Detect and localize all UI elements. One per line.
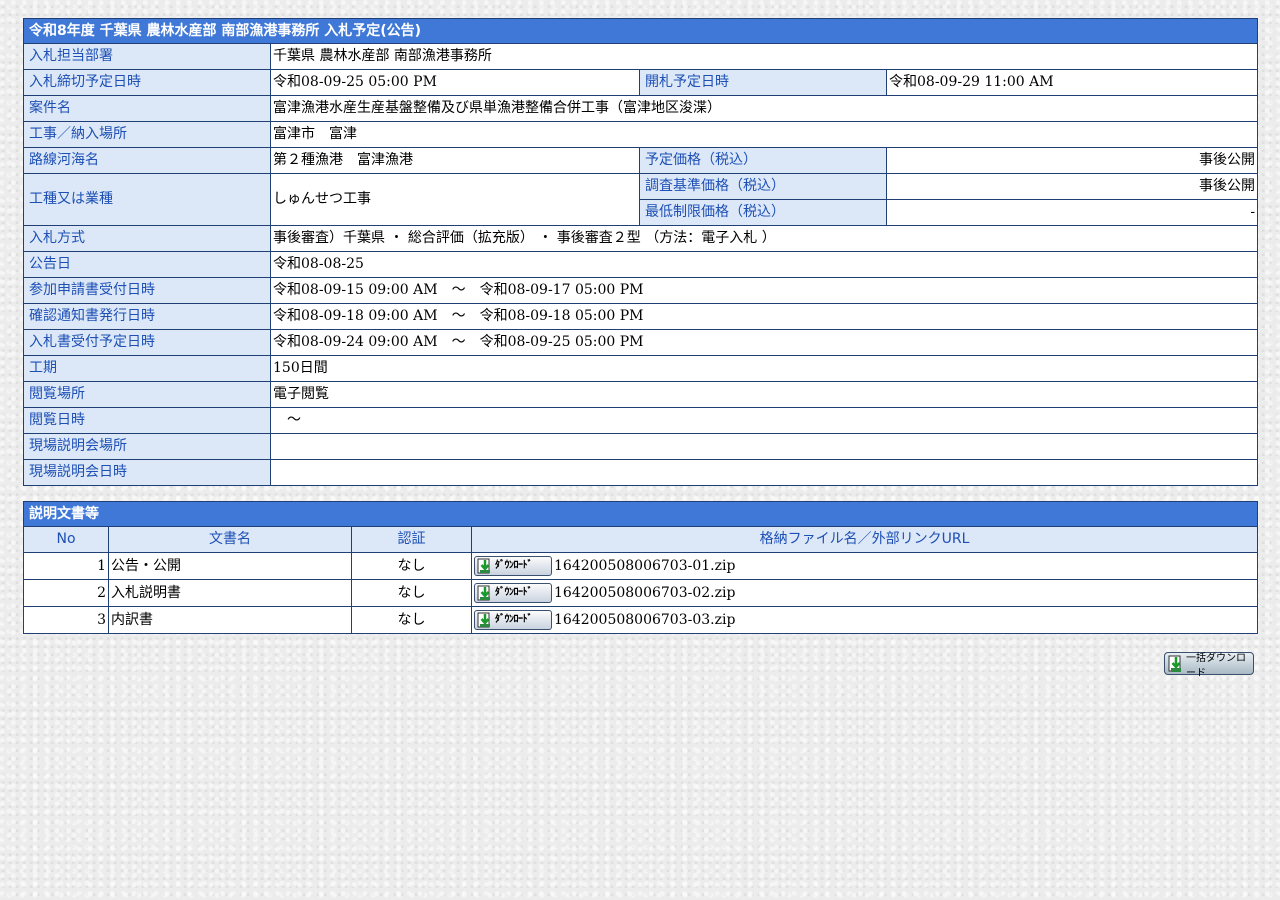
deadline-label: 入札締切予定日時 xyxy=(23,69,271,96)
bid-accept-label: 入札書受付予定日時 xyxy=(23,329,271,356)
doc-file-cell: ﾀﾞｳﾝﾛｰﾄﾞ 164200508006703-03.zip xyxy=(471,606,1258,634)
doc-file-cell: ﾀﾞｳﾝﾛｰﾄﾞ 164200508006703-02.zip xyxy=(471,579,1258,607)
method-value: 事後審査）千葉県 ・ 総合評価（拡充版） ・ 事後審査２型 （方法：電子入札 ） xyxy=(269,225,1259,252)
download-icon xyxy=(477,585,490,601)
doc-no: 2 xyxy=(23,579,109,607)
dept-value: 千葉県 農林水産部 南部漁港事務所 xyxy=(269,43,1259,70)
type-value: しゅんせつ工事 xyxy=(270,173,640,226)
min-price-label: 最低制限価格（税込） xyxy=(639,199,887,226)
place-label: 工事／納入場所 xyxy=(23,121,271,148)
planned-price-value: 事後公開 xyxy=(885,147,1259,174)
place-value: 富津市 富津 xyxy=(269,121,1259,148)
deadline-value: 令和08-09-25 05:00 PM xyxy=(270,69,640,96)
col-file-header: 格納ファイル名／外部リンクURL xyxy=(471,526,1258,553)
min-price-value: - xyxy=(885,199,1259,226)
announce-label: 公告日 xyxy=(23,251,271,278)
site-place-value xyxy=(269,433,1259,460)
dept-label: 入札担当部署 xyxy=(23,43,271,70)
planned-price-label: 予定価格（税込） xyxy=(639,147,887,174)
table-row: 1 公告・公開 なし ﾀﾞｳﾝﾛｰﾄﾞ 164200508006703-01.z… xyxy=(23,552,1258,580)
case-value: 富津漁港水産生産基盤整備及び県単漁港整備合併工事（富津地区浚渫） xyxy=(269,95,1259,122)
site-date-value xyxy=(269,459,1259,486)
period-label: 工期 xyxy=(23,355,271,382)
doc-auth: なし xyxy=(351,606,472,634)
site-place-label: 現場説明会場所 xyxy=(23,433,271,460)
opening-value: 令和08-09-29 11:00 AM xyxy=(885,69,1259,96)
site-date-label: 現場説明会日時 xyxy=(23,459,271,486)
announce-value: 令和08-08-25 xyxy=(269,251,1259,278)
type-label: 工種又は業種 xyxy=(23,173,271,226)
documents-panel: 説明文書等 No 文書名 認証 格納ファイル名／外部リンクURL 1 公告・公開… xyxy=(23,501,1258,634)
doc-name: 内訳書 xyxy=(108,606,352,634)
download-icon xyxy=(1168,655,1181,672)
apply-label: 参加申請書受付日時 xyxy=(23,277,271,304)
bid-notice-table: 令和8年度 千葉県 農林水産部 南部漁港事務所 入札予定(公告) 入札担当部署 … xyxy=(22,18,1259,486)
col-no-header: No xyxy=(23,526,109,553)
apply-value: 令和08-09-15 09:00 AM ～ 令和08-09-17 05:00 P… xyxy=(269,277,1259,304)
bulk-download-button[interactable]: 一括ダウンロード xyxy=(1164,652,1254,679)
table-row: 2 入札説明書 なし ﾀﾞｳﾝﾛｰﾄﾞ 164200508006703-02.z… xyxy=(23,579,1258,607)
doc-filename: 164200508006703-03.zip xyxy=(554,612,736,628)
view-place-label: 閲覧場所 xyxy=(23,381,271,408)
doc-name: 入札説明書 xyxy=(108,579,352,607)
period-value: 150日間 xyxy=(269,355,1259,382)
opening-label: 開札予定日時 xyxy=(639,69,887,96)
documents-table: 説明文書等 No 文書名 認証 格納ファイル名／外部リンクURL 1 公告・公開… xyxy=(23,501,1258,634)
route-label: 路線河海名 xyxy=(23,147,271,174)
case-label: 案件名 xyxy=(23,95,271,122)
view-date-value: ～ xyxy=(269,407,1259,434)
confirm-value: 令和08-09-18 09:00 AM ～ 令和08-09-18 05:00 P… xyxy=(269,303,1259,330)
table-row: 3 内訳書 なし ﾀﾞｳﾝﾛｰﾄﾞ 164200508006703-03.zip xyxy=(23,606,1258,634)
download-button-label: ﾀﾞｳﾝﾛｰﾄﾞ xyxy=(495,614,533,625)
download-button[interactable]: ﾀﾞｳﾝﾛｰﾄﾞ xyxy=(474,583,552,603)
view-place-value: 電子閲覧 xyxy=(269,381,1259,408)
method-label: 入札方式 xyxy=(23,225,271,252)
bid-notice-panel: 令和8年度 千葉県 農林水産部 南部漁港事務所 入札予定(公告) 入札担当部署 … xyxy=(22,18,1259,486)
download-button[interactable]: ﾀﾞｳﾝﾛｰﾄﾞ xyxy=(474,556,552,576)
survey-price-value: 事後公開 xyxy=(885,173,1259,200)
download-button-label: ﾀﾞｳﾝﾛｰﾄﾞ xyxy=(495,560,533,571)
survey-price-label: 調査基準価格（税込） xyxy=(639,173,887,200)
doc-auth: なし xyxy=(351,552,472,580)
download-button[interactable]: ﾀﾞｳﾝﾛｰﾄﾞ xyxy=(474,610,552,630)
doc-name: 公告・公開 xyxy=(108,552,352,580)
doc-filename: 164200508006703-01.zip xyxy=(554,558,736,574)
download-icon xyxy=(477,612,490,628)
download-button-label: ﾀﾞｳﾝﾛｰﾄﾞ xyxy=(495,587,533,598)
confirm-label: 確認通知書発行日時 xyxy=(23,303,271,330)
col-name-header: 文書名 xyxy=(108,526,352,553)
bulk-download-label: 一括ダウンロード xyxy=(1186,652,1246,679)
doc-auth: なし xyxy=(351,579,472,607)
doc-no: 1 xyxy=(23,552,109,580)
doc-filename: 164200508006703-02.zip xyxy=(554,585,736,601)
notice-title: 令和8年度 千葉県 農林水産部 南部漁港事務所 入札予定(公告) xyxy=(22,18,1259,44)
col-auth-header: 認証 xyxy=(351,526,472,553)
bid-accept-value: 令和08-09-24 09:00 AM ～ 令和08-09-25 05:00 P… xyxy=(269,329,1259,356)
download-icon xyxy=(477,558,490,574)
documents-title: 説明文書等 xyxy=(23,501,1258,527)
doc-file-cell: ﾀﾞｳﾝﾛｰﾄﾞ 164200508006703-01.zip xyxy=(471,552,1258,580)
view-date-label: 閲覧日時 xyxy=(23,407,271,434)
doc-no: 3 xyxy=(23,606,109,634)
route-value: 第２種漁港 富津漁港 xyxy=(270,147,640,174)
